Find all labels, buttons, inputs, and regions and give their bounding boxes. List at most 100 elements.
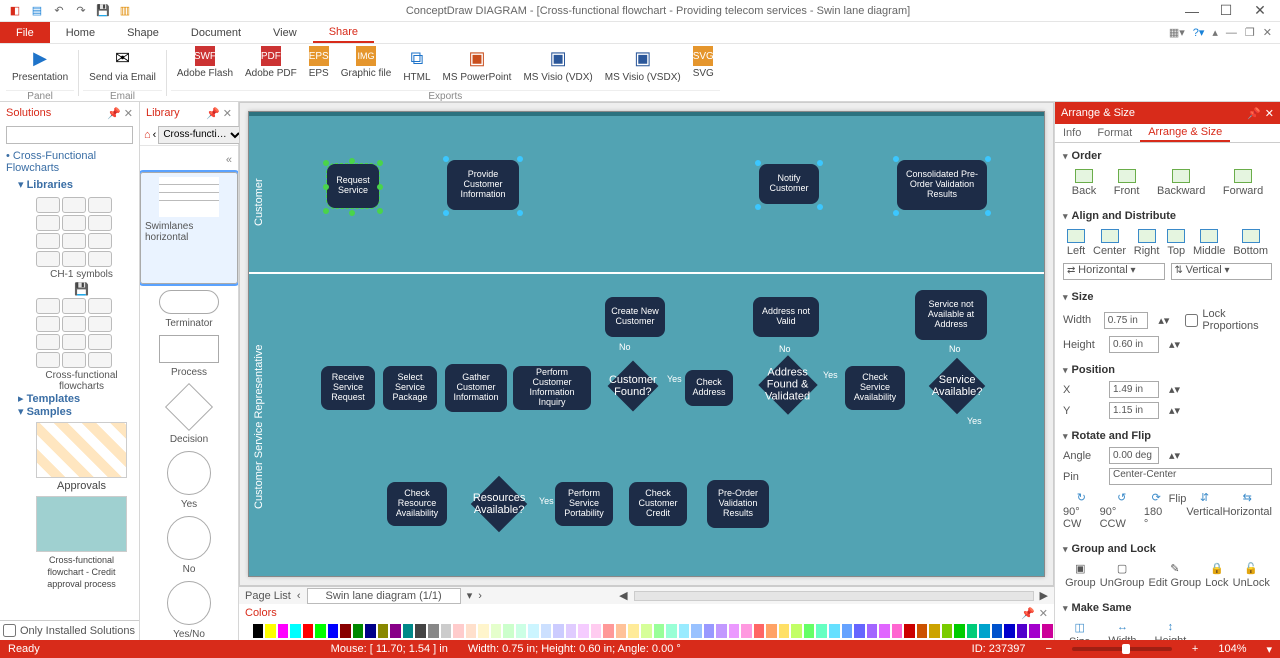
save-icon[interactable]: 💾 xyxy=(94,2,112,20)
color-swatch[interactable] xyxy=(265,624,276,638)
color-swatch[interactable] xyxy=(741,624,752,638)
color-swatch[interactable] xyxy=(904,624,915,638)
color-swatch[interactable] xyxy=(929,624,940,638)
shape-yesno[interactable]: Yes/No xyxy=(167,581,211,640)
color-swatch[interactable] xyxy=(729,624,740,638)
color-swatch[interactable] xyxy=(942,624,953,638)
color-swatch[interactable] xyxy=(428,624,439,638)
color-swatch[interactable] xyxy=(390,624,401,638)
node-addr-validated[interactable]: Address Found & Validated xyxy=(758,355,817,414)
color-swatch[interactable] xyxy=(867,624,878,638)
close-panel-icon[interactable]: ✕ xyxy=(1039,607,1048,620)
makesame-width-button[interactable]: ↔Width xyxy=(1108,621,1136,640)
color-swatch[interactable] xyxy=(340,624,351,638)
menu-view[interactable]: View xyxy=(257,22,313,43)
section-order[interactable]: Order xyxy=(1063,147,1272,165)
palette-cff[interactable] xyxy=(30,296,133,370)
only-installed-checkbox[interactable]: Only Installed Solutions xyxy=(3,624,136,637)
file-tab[interactable]: File xyxy=(0,22,50,43)
color-swatch[interactable] xyxy=(603,624,614,638)
node-consolidated[interactable]: Consolidated Pre-Order Validation Result… xyxy=(897,160,987,210)
color-swatch[interactable] xyxy=(1029,624,1040,638)
color-swatch[interactable] xyxy=(315,624,326,638)
node-check-addr[interactable]: Check Address xyxy=(685,370,733,406)
rotate-ccw-button[interactable]: ↺90° CCW xyxy=(1100,491,1144,530)
color-swatch[interactable] xyxy=(403,624,414,638)
node-svc-not-avail[interactable]: Service not Available at Address xyxy=(915,290,987,340)
color-swatch[interactable] xyxy=(378,624,389,638)
color-swatch[interactable] xyxy=(779,624,790,638)
collapse-ribbon-icon[interactable]: ▴ xyxy=(1212,26,1218,39)
color-swatch[interactable] xyxy=(253,624,264,638)
shape-swimlanes[interactable]: Swimlanes horizontal xyxy=(140,172,238,284)
node-res-available[interactable]: Resources Available? xyxy=(471,476,528,533)
node-notify[interactable]: Notify Customer xyxy=(759,164,819,204)
node-cust-found[interactable]: Customer Found? xyxy=(608,361,659,412)
zoom-slider[interactable] xyxy=(1072,647,1172,651)
minimize-sub-icon[interactable]: — xyxy=(1226,27,1237,39)
tree-templates[interactable]: ▸ Templates xyxy=(18,392,133,405)
node-check-credit[interactable]: Check Customer Credit xyxy=(629,482,687,526)
section-makesame[interactable]: Make Same xyxy=(1063,599,1272,617)
pin-select[interactable]: Center-Center xyxy=(1109,468,1272,485)
color-swatch[interactable] xyxy=(353,624,364,638)
color-swatch[interactable] xyxy=(328,624,339,638)
node-portability[interactable]: Perform Service Portability xyxy=(555,482,613,526)
menu-home[interactable]: Home xyxy=(50,22,111,43)
maximize-icon[interactable]: ☐ xyxy=(1216,1,1236,21)
color-swatch[interactable] xyxy=(992,624,1003,638)
width-input[interactable]: 0.75 in xyxy=(1104,312,1149,329)
library-dropdown[interactable]: Cross-functi… xyxy=(158,126,244,144)
solutions-search-input[interactable] xyxy=(6,126,133,144)
drawing-surface[interactable]: Customer Customer Service Representative… xyxy=(248,111,1045,577)
tree-item[interactable]: • Cross-Functional Flowcharts xyxy=(6,150,133,174)
flip-vertical-button[interactable]: ⇵Vertical xyxy=(1186,491,1222,530)
home-icon[interactable]: ⌂ xyxy=(144,129,151,141)
distribute-horiz-select[interactable]: ⇄ Horizontal ▾ xyxy=(1063,263,1165,280)
color-swatch[interactable] xyxy=(641,624,652,638)
flip-horizontal-button[interactable]: ⇆Horizontal xyxy=(1222,491,1272,530)
horizontal-scrollbar[interactable] xyxy=(634,591,1034,601)
tree-samples[interactable]: ▾ Samples xyxy=(18,405,133,418)
shape-decision[interactable]: Decision xyxy=(166,384,212,445)
nav-left-icon[interactable]: ‹ xyxy=(153,129,157,141)
angle-input[interactable]: 0.00 deg xyxy=(1109,447,1159,464)
y-input[interactable]: 1.15 in xyxy=(1109,402,1159,419)
page-selector[interactable]: Swin lane diagram (1/1) xyxy=(307,588,461,604)
align-top-button[interactable]: Top xyxy=(1167,229,1185,257)
x-input[interactable]: 1.49 in xyxy=(1109,381,1159,398)
makesame-size-button[interactable]: ◫Size xyxy=(1069,621,1090,640)
color-swatch[interactable] xyxy=(804,624,815,638)
section-rotate[interactable]: Rotate and Flip xyxy=(1063,427,1272,445)
menu-shape[interactable]: Shape xyxy=(111,22,175,43)
hscroll-right-icon[interactable]: ▶ xyxy=(1040,589,1048,602)
color-swatch[interactable] xyxy=(766,624,777,638)
section-position[interactable]: Position xyxy=(1063,361,1272,379)
color-swatch[interactable] xyxy=(791,624,802,638)
color-swatch[interactable] xyxy=(829,624,840,638)
close-panel-icon[interactable]: ✕ xyxy=(1265,107,1274,120)
zoom-out-icon[interactable]: − xyxy=(1045,643,1051,655)
rotate-180-button[interactable]: ⟳180 ° xyxy=(1144,491,1169,530)
color-swatch[interactable] xyxy=(478,624,489,638)
color-swatch[interactable] xyxy=(278,624,289,638)
color-swatch[interactable] xyxy=(578,624,589,638)
color-swatch[interactable] xyxy=(453,624,464,638)
makesame-height-button[interactable]: ↕Height xyxy=(1155,621,1187,640)
order-forward-button[interactable]: Forward xyxy=(1223,169,1263,197)
color-swatch[interactable] xyxy=(654,624,665,638)
section-align[interactable]: Align and Distribute xyxy=(1063,207,1272,225)
menu-share[interactable]: Share xyxy=(313,22,374,43)
node-create-customer[interactable]: Create New Customer xyxy=(605,297,665,337)
undo-icon[interactable]: ↶ xyxy=(50,2,68,20)
color-swatch[interactable] xyxy=(679,624,690,638)
color-swatch[interactable] xyxy=(616,624,627,638)
color-swatch[interactable] xyxy=(1017,624,1028,638)
align-left-button[interactable]: Left xyxy=(1067,229,1085,257)
color-swatch[interactable] xyxy=(917,624,928,638)
pin-icon[interactable]: 📌 xyxy=(206,107,220,120)
color-swatch[interactable] xyxy=(854,624,865,638)
align-center-button[interactable]: Center xyxy=(1093,229,1126,257)
shape-process[interactable]: Process xyxy=(159,335,219,378)
order-backward-button[interactable]: Backward xyxy=(1157,169,1205,197)
